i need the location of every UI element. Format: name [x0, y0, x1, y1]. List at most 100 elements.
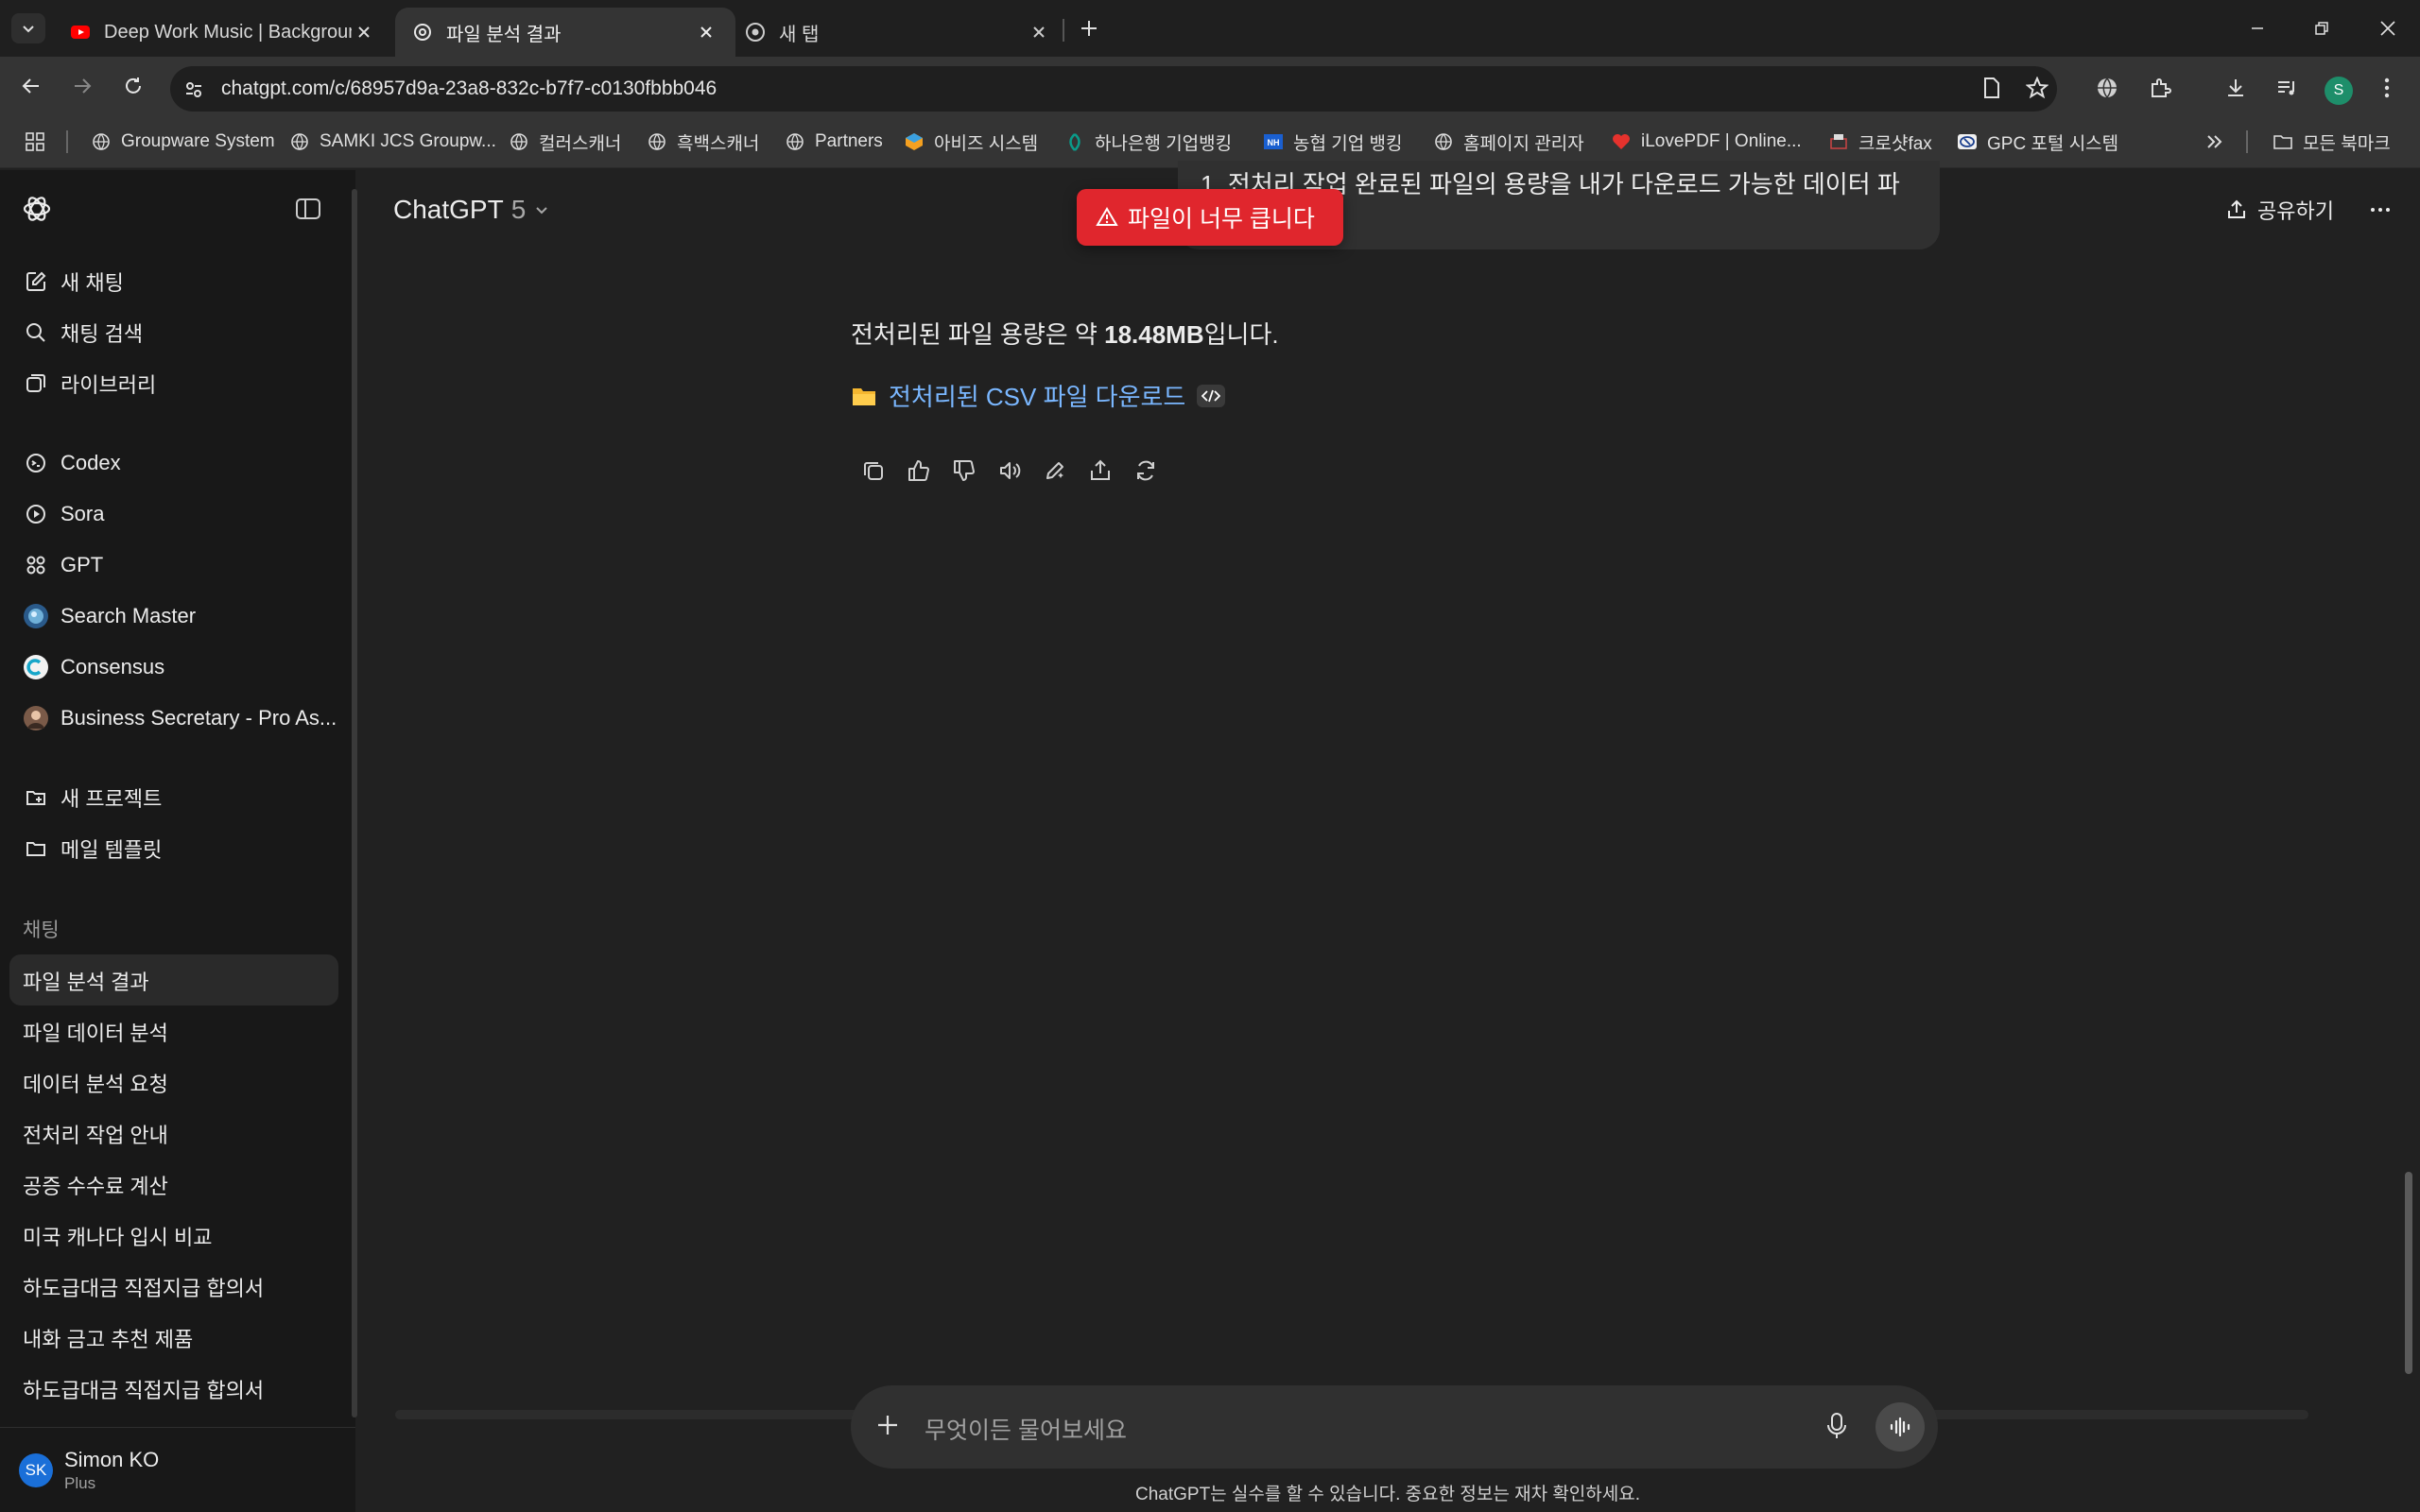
regenerate-icon[interactable]: [1123, 455, 1168, 486]
bookmark-bw-scanner[interactable]: 흑백스캐너: [647, 129, 759, 155]
bookmark-crosshotfax[interactable]: 크로샷fax: [1828, 129, 1932, 155]
bookmark-star-icon[interactable]: [2023, 74, 2051, 102]
chat-item[interactable]: 하도급대금 직접지급 합의서: [23, 1272, 264, 1302]
attach-plus-icon[interactable]: [875, 1413, 900, 1437]
ilovepdf-heart-icon: [1611, 131, 1632, 152]
microphone-icon[interactable]: [1824, 1412, 1849, 1440]
arrow-left-icon: [22, 78, 39, 94]
share-icon: [2228, 199, 2245, 218]
apps-grid-icon[interactable]: [25, 129, 45, 155]
sidebar-scrollbar[interactable]: [352, 189, 357, 1418]
close-window-button[interactable]: [2369, 11, 2407, 45]
bookmark-hana-bank[interactable]: 하나은행 기업뱅킹: [1064, 129, 1232, 155]
tab-title: 새 탭: [779, 24, 820, 45]
site-info-icon[interactable]: [180, 76, 208, 104]
bookmark-color-scanner[interactable]: 컬러스캐너: [509, 129, 621, 155]
folder-icon: [853, 387, 875, 405]
thumbs-up-icon[interactable]: [896, 455, 942, 486]
bookmark-nh-bank[interactable]: NH 농협 기업 뱅킹: [1263, 129, 1402, 155]
bookmark-gpc-portal[interactable]: GPC 포털 시스템: [1957, 129, 2118, 155]
restore-button[interactable]: [2303, 11, 2341, 45]
new-folder-icon: [23, 784, 49, 811]
read-aloud-icon[interactable]: [987, 455, 1032, 486]
chat-item[interactable]: 전처리 작업 안내: [23, 1119, 168, 1149]
new-tab-button[interactable]: [1072, 13, 1106, 43]
arrow-right-icon: [75, 78, 92, 94]
user-name[interactable]: Simon KO: [64, 1448, 159, 1472]
assistant-response: 전처리된 파일 용량은 약 18.48MB입니다.: [851, 316, 1279, 351]
share-response-icon[interactable]: [1078, 455, 1123, 486]
tab-youtube[interactable]: Deep Work Music | Background: [53, 8, 393, 57]
bookmark-abiz[interactable]: 아비즈 시스템: [904, 129, 1038, 155]
download-link[interactable]: 전처리된 CSV 파일 다운로드: [851, 378, 1226, 413]
plus-icon: [1081, 21, 1097, 36]
close-tab-icon[interactable]: [352, 20, 376, 44]
tab-chatgpt[interactable]: 파일 분석 결과: [395, 8, 735, 57]
sidebar-item-sora[interactable]: Sora: [23, 495, 104, 533]
sidebar-item-codex[interactable]: Codex: [23, 444, 121, 482]
reload-icon: [126, 77, 141, 94]
globe-icon: [509, 131, 529, 152]
page-icon[interactable]: [1978, 74, 2006, 102]
share-button[interactable]: 공유하기: [2225, 195, 2334, 225]
close-tab-icon[interactable]: [694, 20, 718, 44]
forward-button[interactable]: [68, 72, 96, 100]
edit-canvas-icon[interactable]: [1032, 455, 1078, 486]
response-actions: [851, 455, 1168, 486]
sidebar-item-search-master[interactable]: Search Master: [23, 597, 196, 635]
extensions-icon[interactable]: [2146, 74, 2174, 102]
project-mail-template[interactable]: 메일 템플릿: [23, 830, 162, 868]
voice-mode-button[interactable]: [1876, 1402, 1925, 1452]
translate-icon[interactable]: [2093, 74, 2121, 102]
tab-separator: [1063, 19, 1064, 42]
chat-item[interactable]: 하도급대금 직접지급 합의서: [23, 1374, 264, 1404]
search-chats-button[interactable]: 채팅 검색: [23, 314, 143, 352]
close-tab-icon[interactable]: [1027, 20, 1051, 44]
profile-avatar[interactable]: S: [2325, 77, 2353, 105]
library-button[interactable]: 라이브러리: [23, 365, 156, 403]
download-icon[interactable]: [2221, 74, 2250, 102]
more-bookmarks-icon[interactable]: [2204, 129, 2225, 155]
globe-icon: [91, 131, 112, 152]
chat-item[interactable]: 파일 데이터 분석: [23, 1017, 168, 1047]
copy-icon[interactable]: [851, 455, 896, 486]
chrome-icon: [746, 23, 765, 42]
browser-menu-icon[interactable]: [2373, 74, 2401, 102]
composer-input[interactable]: 무엇이든 물어보세요: [925, 1412, 1127, 1446]
bookmark-samki[interactable]: SAMKI JCS Groupw...: [289, 129, 496, 155]
sidebar-toggle-icon[interactable]: [295, 197, 321, 221]
chat-item[interactable]: 파일 분석 결과: [23, 966, 149, 996]
bookmark-homepage-admin[interactable]: 홈페이지 관리자: [1433, 129, 1584, 155]
back-button[interactable]: [17, 72, 45, 100]
new-chat-button[interactable]: 새 채팅: [23, 263, 124, 301]
search-icon: [23, 319, 49, 346]
vertical-scrollbar[interactable]: [2405, 1172, 2412, 1374]
bookmark-groupware[interactable]: Groupware System: [91, 129, 275, 155]
sidebar-item-business-secretary[interactable]: Business Secretary - Pro As...: [23, 699, 337, 737]
sidebar-item-gpt[interactable]: GPT: [23, 546, 103, 584]
tab-title: 파일 분석 결과: [446, 24, 562, 45]
model-selector[interactable]: ChatGPT 5: [393, 195, 550, 225]
bookmark-ilovepdf[interactable]: iLovePDF | Online...: [1611, 129, 1802, 155]
bookmark-partners[interactable]: Partners: [785, 129, 883, 155]
more-options-icon[interactable]: [2369, 198, 2392, 221]
chat-item[interactable]: 공증 수수료 계산: [23, 1170, 168, 1200]
download-link-label[interactable]: 전처리된 CSV 파일 다운로드: [889, 378, 1185, 413]
codex-icon: [23, 450, 49, 476]
thumbs-down-icon[interactable]: [942, 455, 987, 486]
tab-search-button[interactable]: [11, 13, 45, 43]
media-control-icon[interactable]: [2273, 74, 2301, 102]
chat-item[interactable]: 미국 캐나다 입시 비교: [23, 1221, 213, 1251]
minimize-button[interactable]: [2238, 11, 2276, 45]
chat-item[interactable]: 내화 금고 추천 제품: [23, 1323, 193, 1353]
chat-item[interactable]: 데이터 분석 요청: [23, 1068, 168, 1098]
reload-button[interactable]: [119, 72, 147, 100]
url-text[interactable]: chatgpt.com/c/68957d9a-23a8-832c-b7f7-c0…: [221, 77, 717, 100]
code-icon[interactable]: [1197, 384, 1226, 407]
tab-new[interactable]: 새 탭: [728, 8, 1068, 57]
new-project-button[interactable]: 새 프로젝트: [23, 779, 162, 816]
openai-logo-icon[interactable]: [21, 193, 53, 225]
sidebar-item-consensus[interactable]: Consensus: [23, 648, 164, 686]
all-bookmarks-folder[interactable]: 모든 북마크: [2273, 129, 2391, 155]
gpt-grid-icon: [23, 552, 49, 578]
